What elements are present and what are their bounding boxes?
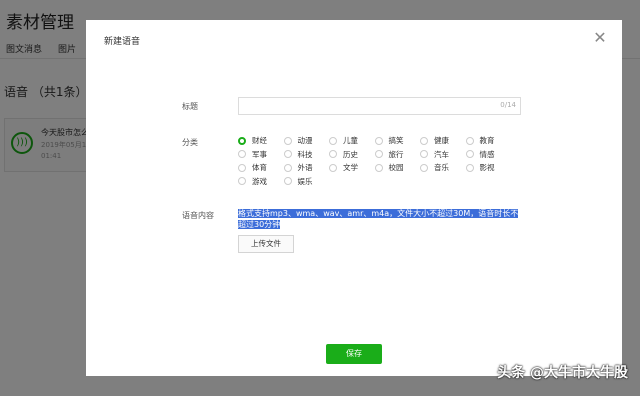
category-option[interactable]: 体育 bbox=[238, 161, 284, 174]
category-option[interactable]: 军事 bbox=[238, 148, 284, 161]
radio-icon[interactable] bbox=[238, 150, 246, 158]
save-button[interactable]: 保存 bbox=[326, 344, 382, 364]
radio-icon[interactable] bbox=[329, 136, 337, 145]
category-row: 军事 科技 历史 旅行 汽车 情感 bbox=[238, 148, 538, 161]
category-option[interactable]: 汽车 bbox=[420, 148, 466, 161]
category-option[interactable]: 财经 bbox=[238, 134, 284, 147]
category-option[interactable]: 儿童 bbox=[329, 134, 375, 147]
category-option[interactable]: 教育 bbox=[465, 134, 512, 147]
radio-icon[interactable] bbox=[238, 177, 246, 185]
category-row: 财经 动漫 儿童 搞笑 健康 教育 bbox=[238, 134, 538, 147]
category-option[interactable]: 校园 bbox=[374, 161, 421, 174]
radio-icon[interactable] bbox=[283, 163, 292, 172]
category-label: 分类 bbox=[182, 138, 198, 147]
category-option[interactable]: 历史 bbox=[329, 148, 375, 161]
radio-icon[interactable] bbox=[465, 163, 474, 172]
radio-icon[interactable] bbox=[374, 163, 383, 172]
category-row: 体育 外语 文学 校园 音乐 影视 bbox=[238, 161, 538, 174]
category-option[interactable]: 游戏 bbox=[238, 175, 284, 188]
close-icon[interactable]: ✕ bbox=[592, 30, 608, 46]
upload-file-button[interactable]: 上传文件 bbox=[238, 235, 294, 253]
category-option[interactable]: 影视 bbox=[465, 161, 512, 174]
category-option[interactable]: 娱乐 bbox=[283, 175, 330, 188]
content-label: 语音内容 bbox=[182, 211, 214, 220]
title-label: 标题 bbox=[182, 102, 198, 111]
radio-checked-icon[interactable] bbox=[238, 136, 246, 145]
upload-format-hint: 格式支持mp3、wma、wav、amr、m4a，文件大小不超过30M，语音时长不… bbox=[238, 208, 526, 230]
category-option[interactable]: 动漫 bbox=[283, 134, 330, 147]
title-input[interactable]: 0/14 bbox=[238, 97, 521, 115]
radio-icon[interactable] bbox=[329, 150, 337, 158]
radio-icon[interactable] bbox=[465, 136, 474, 145]
category-option[interactable]: 文学 bbox=[329, 161, 375, 174]
dialog-title: 新建语音 bbox=[104, 37, 141, 47]
title-char-counter: 0/14 bbox=[500, 101, 516, 109]
new-voice-dialog: 新建语音 ✕ 标题 0/14 分类 财经 动漫 儿童 搞笑 健康 教育 军事 科… bbox=[86, 20, 622, 376]
radio-icon[interactable] bbox=[283, 136, 292, 145]
watermark: 头条 @大牛市大牛股 bbox=[497, 365, 628, 381]
category-option[interactable]: 健康 bbox=[420, 134, 466, 147]
radio-icon[interactable] bbox=[283, 150, 292, 158]
radio-icon[interactable] bbox=[238, 163, 246, 172]
radio-icon[interactable] bbox=[283, 177, 292, 185]
category-option[interactable]: 情感 bbox=[465, 148, 512, 161]
category-option[interactable]: 科技 bbox=[283, 148, 330, 161]
radio-icon[interactable] bbox=[420, 163, 428, 172]
category-option[interactable]: 外语 bbox=[283, 161, 330, 174]
radio-icon[interactable] bbox=[374, 136, 383, 145]
radio-icon[interactable] bbox=[465, 150, 474, 158]
category-option[interactable]: 搞笑 bbox=[374, 134, 421, 147]
category-row: 游戏 娱乐 bbox=[238, 175, 538, 188]
radio-icon[interactable] bbox=[420, 150, 428, 158]
category-option[interactable]: 音乐 bbox=[420, 161, 466, 174]
category-radio-group: 财经 动漫 儿童 搞笑 健康 教育 军事 科技 历史 旅行 汽车 情感 体育 外… bbox=[238, 134, 538, 188]
upload-format-hint-text: 格式支持mp3、wma、wav、amr、m4a，文件大小不超过30M，语音时长不… bbox=[238, 209, 519, 229]
radio-icon[interactable] bbox=[374, 150, 383, 158]
radio-icon[interactable] bbox=[329, 163, 337, 172]
radio-icon[interactable] bbox=[420, 136, 428, 145]
category-option[interactable]: 旅行 bbox=[374, 148, 421, 161]
